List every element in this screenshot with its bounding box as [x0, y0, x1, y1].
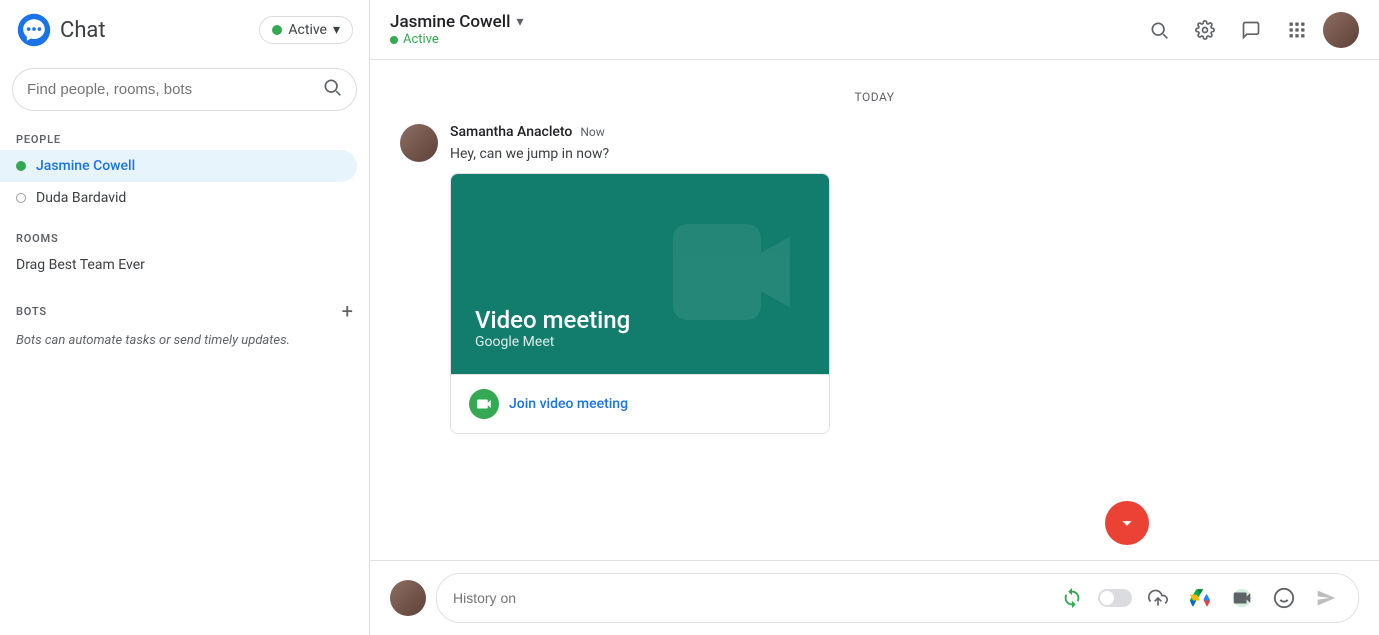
status-badge[interactable]: Active ▾	[259, 16, 353, 44]
rooms-list: Drag Best Team Ever	[0, 249, 369, 289]
sidebar-item-drag-best-team[interactable]: Drag Best Team Ever	[0, 249, 369, 281]
message-content: Samantha Anacleto Now Hey, can we jump i…	[450, 124, 830, 434]
join-meeting-label: Join video meeting	[509, 396, 628, 412]
online-indicator	[16, 161, 26, 171]
contact-name-row[interactable]: Jasmine Cowell ▾	[390, 12, 523, 32]
contact-name: Jasmine Cowell	[390, 12, 510, 32]
message-header: Samantha Anacleto Now	[450, 124, 830, 140]
message-text: Hey, can we jump in now?	[450, 144, 830, 165]
add-bots-button[interactable]: +	[342, 299, 353, 323]
search-icon[interactable]	[322, 77, 342, 102]
bots-section: BOTS + Bots can automate tasks or send t…	[0, 289, 369, 361]
toggle-thumb	[1100, 591, 1114, 605]
video-meeting-card: Video meeting Google Meet Join video mee…	[450, 173, 830, 434]
message-row: Samantha Anacleto Now Hey, can we jump i…	[400, 124, 1349, 434]
emoji-button[interactable]	[1268, 582, 1300, 614]
main-chat-area: Jasmine Cowell ▾ Active	[370, 0, 1379, 635]
contact-info: Jasmine Cowell ▾ Active	[390, 12, 523, 47]
sender-avatar	[400, 124, 438, 162]
people-section-label: PEOPLE	[0, 123, 369, 150]
message-input[interactable]	[453, 590, 1046, 606]
today-divider: TODAY	[400, 90, 1349, 104]
history-toggle[interactable]	[1098, 589, 1132, 607]
toggle-track[interactable]	[1098, 589, 1132, 607]
chat-header: Jasmine Cowell ▾ Active	[370, 0, 1379, 60]
offline-indicator	[16, 193, 26, 203]
settings-button[interactable]	[1185, 10, 1225, 50]
input-user-avatar	[390, 580, 426, 616]
meet-button[interactable]	[1226, 582, 1258, 614]
header-actions	[1139, 10, 1359, 50]
sidebar-header: Chat Active ▾	[0, 0, 369, 60]
drive-button[interactable]	[1184, 582, 1216, 614]
contact-status: Active	[390, 32, 523, 47]
contact-status-label: Active	[403, 32, 439, 47]
status-label: Active	[288, 22, 327, 38]
logo-area: Chat	[16, 12, 106, 48]
contact-online-dot	[390, 36, 398, 44]
search-button[interactable]	[1139, 10, 1179, 50]
message-time: Now	[580, 125, 604, 139]
input-area	[370, 560, 1379, 635]
bots-description: Bots can automate tasks or send timely u…	[16, 331, 353, 351]
message-sender: Samantha Anacleto	[450, 124, 572, 140]
send-button[interactable]	[1310, 582, 1342, 614]
status-chevron-icon: ▾	[333, 22, 340, 38]
status-dot-indicator	[272, 25, 282, 35]
sidebar-item-jasmine-cowell[interactable]: Jasmine Cowell	[0, 150, 357, 182]
search-input[interactable]	[27, 81, 322, 98]
chat-logo-icon	[16, 12, 52, 48]
video-card-banner: Video meeting Google Meet	[451, 174, 829, 374]
search-box[interactable]	[12, 68, 357, 111]
app-title: Chat	[60, 18, 106, 43]
upload-button[interactable]	[1142, 582, 1174, 614]
meet-icon	[469, 389, 499, 419]
messages-area[interactable]: TODAY Samantha Anacleto Now Hey, can we …	[370, 60, 1379, 560]
chevron-down-icon: ▾	[516, 14, 523, 30]
refresh-history-button[interactable]	[1056, 582, 1088, 614]
apps-button[interactable]	[1277, 10, 1317, 50]
video-card-title: Video meeting	[475, 306, 805, 334]
video-card-subtitle: Google Meet	[475, 334, 805, 350]
scroll-down-button[interactable]	[1105, 501, 1149, 545]
person-name: Duda Bardavid	[36, 190, 126, 206]
bots-header: BOTS +	[16, 299, 353, 323]
feedback-button[interactable]	[1231, 10, 1271, 50]
user-avatar[interactable]	[1323, 12, 1359, 48]
people-list: Jasmine Cowell Duda Bardavid	[0, 150, 369, 222]
join-video-meeting-button[interactable]: Join video meeting	[451, 374, 829, 433]
rooms-section-label: ROOMS	[0, 222, 369, 249]
sidebar: Chat Active ▾ PEOPLE Jasmine Cowell Duda…	[0, 0, 370, 635]
person-name: Jasmine Cowell	[36, 158, 135, 174]
sidebar-item-duda-bardavid[interactable]: Duda Bardavid	[0, 182, 357, 214]
message-input-box[interactable]	[436, 573, 1359, 623]
bots-section-label: BOTS	[16, 305, 47, 318]
